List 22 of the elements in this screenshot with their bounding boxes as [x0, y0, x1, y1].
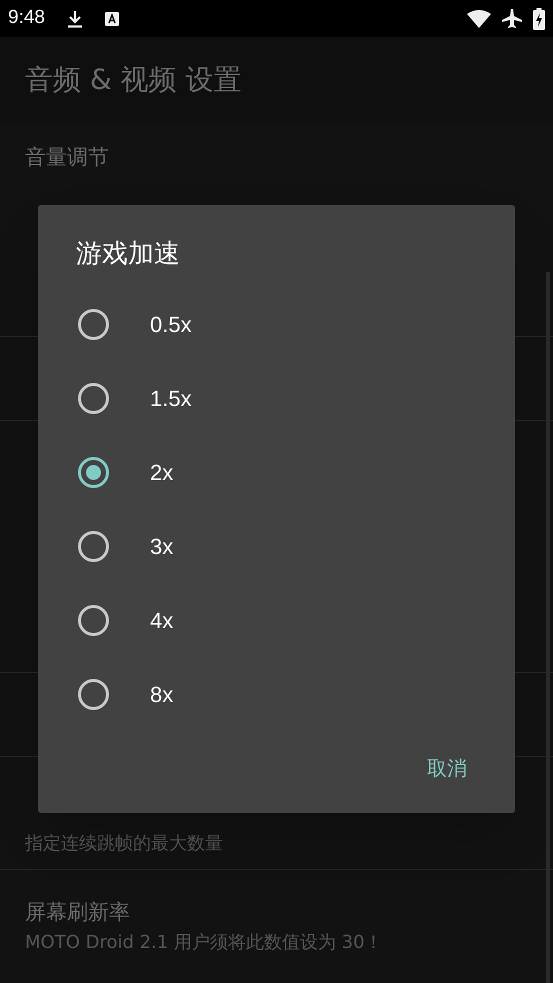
radio-option[interactable]: 8x [38, 657, 515, 731]
screen-title: 音频 & 视频 设置 [25, 62, 242, 98]
radio-button[interactable] [78, 382, 109, 414]
radio-option[interactable]: 1.5x [38, 361, 515, 435]
dialog-title: 游戏加速 [75, 238, 181, 269]
battery-charging-icon [533, 8, 545, 30]
radio-button[interactable] [78, 308, 109, 340]
radio-button[interactable] [78, 604, 109, 636]
download-icon [66, 10, 83, 28]
radio-option[interactable]: 0.5x [38, 287, 515, 361]
radio-option[interactable]: 4x [38, 583, 515, 657]
radio-button[interactable] [78, 678, 109, 710]
settings-item[interactable]: 屏幕刷新率 MOTO Droid 2.1 用户须将此数值设为 30！ [0, 870, 553, 983]
radio-option[interactable]: 2x [38, 435, 515, 509]
letter-a-icon [104, 12, 119, 26]
settings-item[interactable]: 音量调节 [0, 123, 553, 191]
wifi-icon [467, 10, 491, 28]
airplane-icon [501, 8, 523, 30]
radio-option[interactable]: 3x [38, 509, 515, 583]
clock: 9:48 [8, 6, 45, 30]
radio-button-checked[interactable] [78, 456, 109, 488]
radio-button[interactable] [78, 530, 109, 562]
